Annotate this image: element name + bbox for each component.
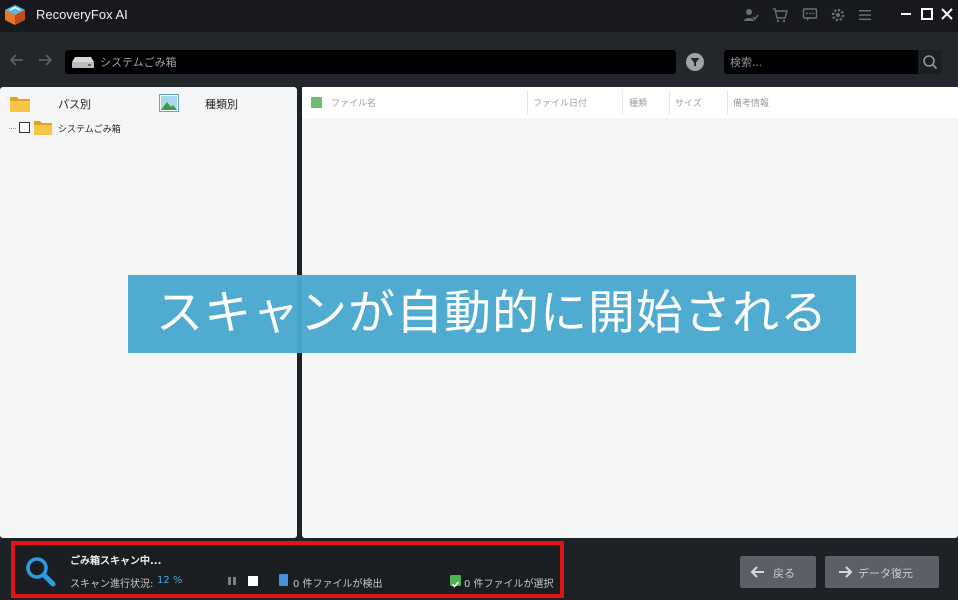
app-logo-icon [5, 5, 25, 25]
image-icon [159, 94, 179, 112]
navigation-bar: システムごみ箱 [0, 32, 958, 87]
tab-label: パス別 [58, 98, 91, 111]
scan-status-panel: ごみ箱スキャン中... スキャン進行状況: 12 % 0 件ファイルが検出 0 … [11, 541, 564, 598]
restore-button-label: データ復元 [858, 567, 913, 580]
stop-button[interactable] [248, 576, 258, 586]
tab-by-type[interactable]: 種類別 [159, 93, 289, 115]
minimize-button[interactable] [895, 3, 917, 25]
cart-icon[interactable] [770, 5, 790, 25]
filter-icon [690, 58, 700, 67]
column-header-filename[interactable]: ファイル名 [331, 96, 376, 109]
column-divider [622, 90, 623, 115]
forward-arrow-icon[interactable] [35, 50, 55, 70]
title-bar: RecoveryFox AI [0, 0, 958, 32]
file-icon [279, 574, 288, 586]
filter-button[interactable] [686, 53, 704, 71]
scan-status-title: ごみ箱スキャン中... [70, 556, 162, 567]
tab-by-path[interactable]: パス別 [10, 93, 150, 115]
tree-item-label: システムごみ箱 [58, 125, 121, 135]
close-button[interactable] [936, 3, 958, 25]
chat-icon[interactable] [800, 5, 820, 25]
back-arrow-icon[interactable] [7, 50, 27, 70]
path-text: システムごみ箱 [100, 56, 177, 69]
column-header-date[interactable]: ファイル日付 [533, 96, 587, 109]
maximize-button[interactable] [916, 3, 938, 25]
search-box [724, 50, 942, 74]
restore-data-button[interactable]: データ復元 [825, 556, 939, 588]
tab-label: 種類別 [205, 98, 238, 111]
arrow-left-icon [750, 566, 764, 578]
app-title: RecoveryFox AI [36, 7, 128, 22]
table-header: ファイル名 ファイル日付 種類 サイズ 備考情報 [302, 87, 958, 118]
back-button-label: 戻る [773, 567, 795, 580]
search-button[interactable] [918, 50, 942, 74]
folder-icon [10, 97, 30, 112]
column-divider [527, 90, 528, 115]
caption-text: スキャンが自動的に開始される [156, 286, 828, 341]
search-input[interactable] [730, 53, 910, 71]
tree-item-system-trash[interactable]: システムごみ箱 [9, 120, 209, 136]
column-divider [669, 90, 670, 115]
column-header-size[interactable]: サイズ [675, 96, 702, 109]
caption-banner: スキャンが自動的に開始される [128, 275, 856, 353]
pause-button[interactable] [227, 576, 237, 586]
scan-progress-label: スキャン進行状況: [70, 579, 154, 590]
found-files-count: 0 件ファイルが検出 [293, 579, 383, 590]
arrow-right-icon [839, 566, 853, 578]
drive-icon [72, 57, 94, 68]
search-icon [26, 557, 56, 587]
user-check-icon[interactable] [741, 5, 761, 25]
gear-icon[interactable] [828, 5, 848, 25]
selected-files-count: 0 件ファイルが選択 [464, 579, 554, 590]
back-button[interactable]: 戻る [740, 556, 816, 588]
search-icon [923, 55, 938, 70]
path-bar[interactable]: システムごみ箱 [65, 50, 676, 74]
select-all-checkbox[interactable] [311, 97, 322, 108]
column-header-notes[interactable]: 備考情報 [733, 96, 769, 109]
tree-checkbox[interactable] [19, 122, 30, 133]
pause-icon [228, 577, 236, 585]
column-header-type[interactable]: 種類 [629, 96, 647, 109]
folder-icon [34, 121, 52, 135]
menu-icon[interactable] [855, 5, 875, 25]
column-divider [727, 90, 728, 115]
tree-connector [9, 128, 16, 129]
checkbox-checked-icon [450, 575, 461, 588]
scan-progress-value: 12 % [157, 575, 183, 586]
